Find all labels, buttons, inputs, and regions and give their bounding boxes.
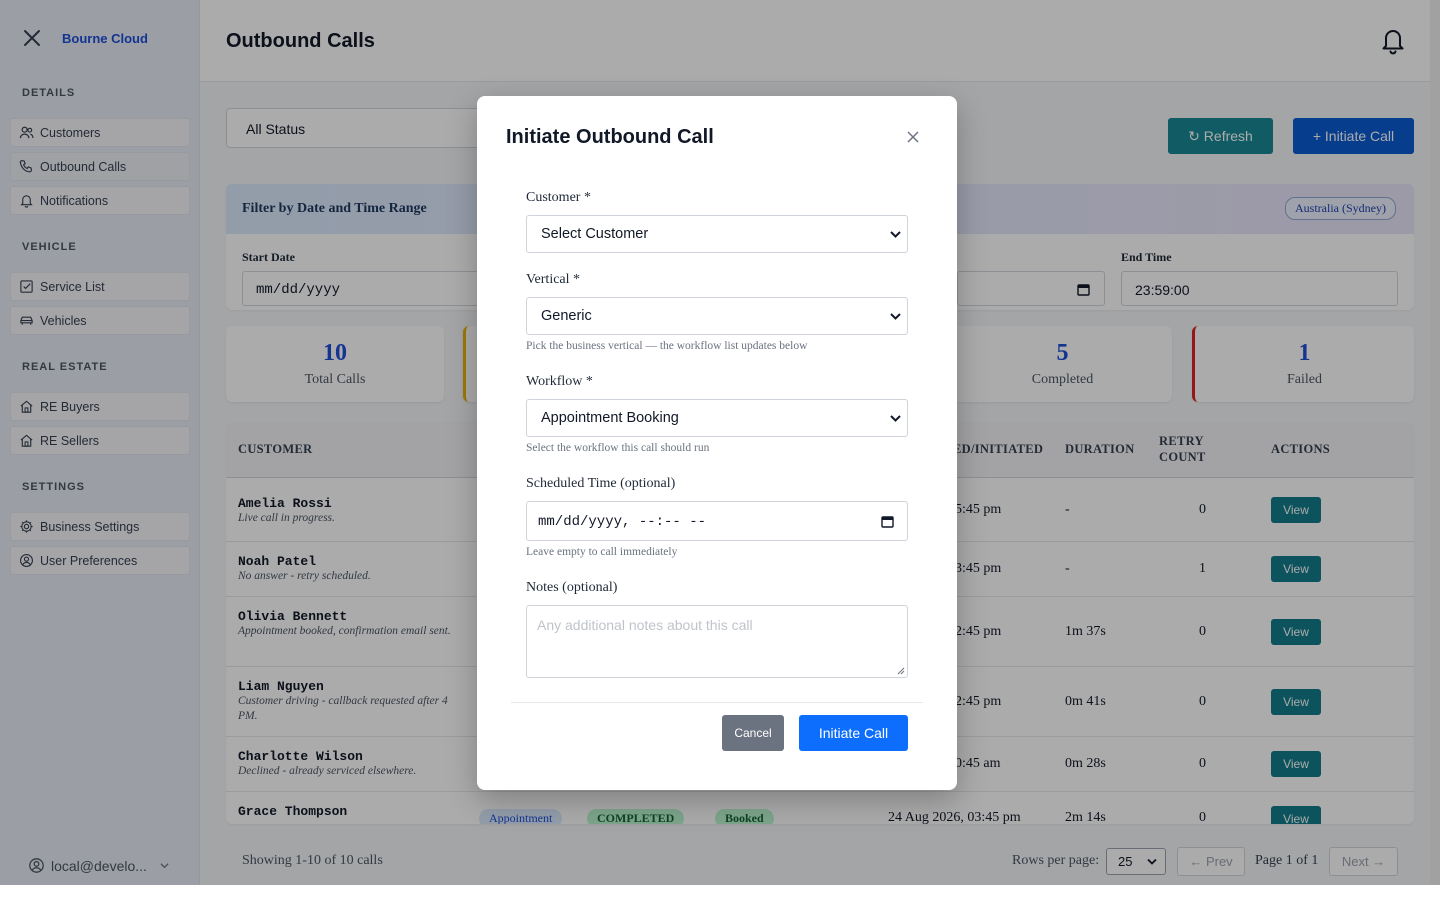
- workflow-label: Workflow *: [526, 374, 593, 389]
- workflow-select-value: Appointment Booking: [541, 410, 679, 426]
- submit-initiate-call-button[interactable]: Initiate Call: [799, 715, 908, 751]
- initiate-call-modal: Initiate Outbound Call Customer * Select…: [477, 96, 957, 790]
- scheduled-time-help: Leave empty to call immediately: [526, 546, 678, 558]
- close-icon[interactable]: [906, 130, 920, 144]
- scheduled-time-label: Scheduled Time (optional): [526, 476, 676, 491]
- chevron-down-icon: [890, 415, 901, 422]
- customer-select[interactable]: Select Customer: [526, 215, 908, 253]
- chevron-down-icon: [890, 313, 901, 320]
- vertical-help: Pick the business vertical — the workflo…: [526, 340, 808, 352]
- calendar-icon[interactable]: [881, 515, 894, 528]
- notes-label: Notes (optional): [526, 580, 618, 595]
- modal-title: Initiate Outbound Call: [506, 126, 714, 148]
- chevron-down-icon: [890, 231, 901, 238]
- resize-handle-icon[interactable]: [897, 667, 905, 675]
- app-root: Bourne Cloud DETAILS Customers Outbound …: [0, 0, 1440, 885]
- scheduled-time-value: mm/dd/yyyy, --:-- --: [538, 514, 707, 530]
- modal-divider: [511, 702, 923, 703]
- vertical-label: Vertical *: [526, 272, 581, 287]
- customer-select-value: Select Customer: [541, 226, 649, 242]
- workflow-select[interactable]: Appointment Booking: [526, 399, 908, 437]
- vertical-select-value: Generic: [541, 308, 592, 324]
- scheduled-time-input[interactable]: mm/dd/yyyy, --:-- --: [526, 501, 908, 541]
- notes-placeholder: Any additional notes about this call: [537, 617, 753, 633]
- customer-label: Customer *: [526, 190, 591, 205]
- cancel-button[interactable]: Cancel: [722, 715, 784, 751]
- workflow-help: Select the workflow this call should run: [526, 442, 710, 454]
- vertical-select[interactable]: Generic: [526, 297, 908, 335]
- notes-textarea[interactable]: Any additional notes about this call: [526, 605, 908, 678]
